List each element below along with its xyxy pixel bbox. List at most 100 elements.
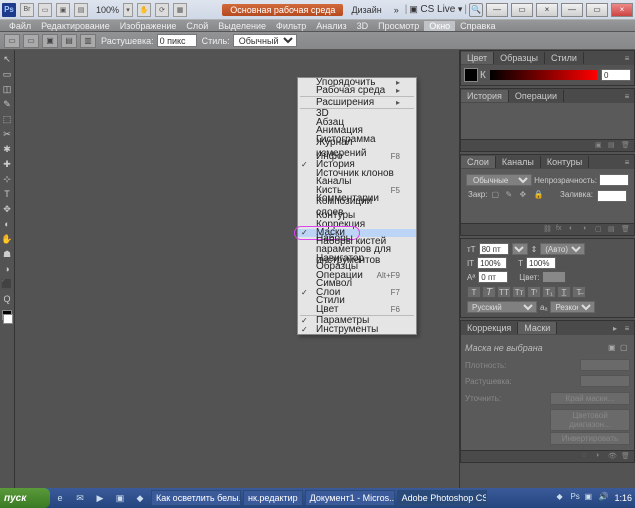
start-button[interactable]: пуск	[0, 488, 50, 508]
opacity-input[interactable]	[599, 174, 629, 186]
tool-button[interactable]: ✥	[0, 202, 14, 216]
fill-input[interactable]	[597, 190, 627, 202]
menu-справка[interactable]: Справка	[455, 21, 500, 31]
tool-button[interactable]: ↖	[0, 52, 14, 66]
vscale-input[interactable]	[526, 257, 556, 269]
bold-button[interactable]: T	[467, 286, 481, 298]
smallcaps-button[interactable]: Tᴛ	[512, 286, 526, 298]
taskbar-item[interactable]: Как осветлить белы...	[151, 490, 241, 506]
adjustment-icon[interactable]: ◑	[582, 225, 592, 234]
close-button[interactable]: ×	[611, 3, 633, 17]
tray-icon[interactable]: Ps	[570, 492, 582, 504]
char-color-swatch[interactable]	[542, 271, 566, 283]
menu-item-Цвет[interactable]: ЦветF6	[298, 305, 416, 314]
menu-просмотр[interactable]: Просмотр	[373, 21, 424, 31]
density-input[interactable]	[580, 359, 630, 371]
menu-анализ[interactable]: Анализ	[311, 21, 351, 31]
invert-button[interactable]: Инвертировать	[550, 432, 630, 445]
feather-input[interactable]	[157, 34, 197, 47]
tab-swatches[interactable]: Образцы	[494, 52, 545, 64]
mini-bridge-icon[interactable]: Br	[20, 3, 34, 17]
rotate-icon[interactable]: ⟳	[155, 3, 169, 17]
panel-menu-icon[interactable]: ≡	[622, 323, 632, 333]
blend-mode-select[interactable]: Обычные	[466, 174, 532, 186]
lock-transparent-icon[interactable]: ▢	[491, 190, 501, 200]
tool-button[interactable]: Q	[0, 292, 14, 306]
hscale-input[interactable]	[477, 257, 507, 269]
fx-icon[interactable]: fx	[556, 225, 566, 234]
layers-list[interactable]	[464, 204, 631, 220]
tab-paths[interactable]: Контуры	[541, 156, 589, 168]
panel-collapse-icon[interactable]: ▸	[610, 323, 620, 333]
tool-button[interactable]: ⊹	[0, 172, 14, 186]
taskbar-item[interactable]: Документ1 - Micros...	[305, 490, 395, 506]
style-select[interactable]: Обычный	[233, 34, 297, 47]
tool-button[interactable]: ✚	[0, 157, 14, 171]
tab-masks[interactable]: Маски	[518, 322, 557, 334]
menu-файл[interactable]: Файл	[4, 21, 36, 31]
tab-color[interactable]: Цвет	[461, 52, 494, 64]
mask-edge-button[interactable]: Край маски...	[550, 392, 630, 405]
inner-minimize-button[interactable]: —	[486, 3, 508, 17]
mask-icon[interactable]: ◐	[569, 225, 579, 234]
taskbar-item[interactable]: нк.редактир	[243, 490, 303, 506]
baseline-input[interactable]	[478, 271, 508, 283]
tray-icon[interactable]: ◆	[556, 492, 568, 504]
pixel-mask-icon[interactable]: ▣	[608, 343, 618, 353]
tray-icon[interactable]: 🔊	[598, 492, 610, 504]
tool-button[interactable]: ◫	[0, 82, 14, 96]
fg-color-swatch[interactable]	[464, 68, 478, 82]
menu-item-Рабочая среда[interactable]: Рабочая среда▸	[298, 87, 416, 96]
new-snapshot-icon[interactable]: ▣	[595, 141, 605, 150]
quick-launch-desktop[interactable]: ▣	[112, 490, 128, 506]
delete-icon[interactable]: 🗑	[621, 141, 631, 150]
cs-live-button[interactable]: ▣ CS Live ▾	[409, 4, 462, 15]
add-selection-icon[interactable]: ▣	[42, 34, 58, 48]
tool-button[interactable]: ⬚	[0, 112, 14, 126]
layout-icon[interactable]: ▭	[38, 3, 52, 17]
workspace-design[interactable]: Дизайн	[345, 4, 387, 16]
tool-button[interactable]: ✎	[0, 97, 14, 111]
quick-launch-mail[interactable]: ✉	[72, 490, 88, 506]
apply-mask-icon[interactable]: ◑	[595, 452, 605, 461]
tab-channels[interactable]: Каналы	[496, 156, 541, 168]
font-size-dd[interactable]	[512, 243, 528, 255]
disable-mask-icon[interactable]: 👁	[608, 452, 618, 461]
tool-button[interactable]: ▭	[0, 67, 14, 81]
tab-adjustments[interactable]: Коррекция	[461, 322, 518, 334]
tab-actions[interactable]: Операции	[509, 90, 564, 102]
arrange-icon[interactable]: ▦	[173, 3, 187, 17]
new-doc-icon[interactable]: ▤	[608, 141, 618, 150]
menu-редактирование[interactable]: Редактирование	[36, 21, 115, 31]
antialias-select[interactable]: Резкое	[550, 301, 595, 313]
group-icon[interactable]: ▢	[595, 225, 605, 234]
lock-all-icon[interactable]: 🔒	[533, 190, 543, 200]
subtract-selection-icon[interactable]: ▤	[61, 34, 77, 48]
intersect-selection-icon[interactable]: ▥	[80, 34, 96, 48]
menu-item-Инструменты[interactable]: ✓Инструменты	[298, 325, 416, 334]
history-panel-body[interactable]	[461, 103, 634, 139]
delete-mask-icon[interactable]: 🗑	[621, 452, 631, 461]
tool-button[interactable]: ✋	[0, 232, 14, 246]
minimize-button[interactable]: —	[561, 3, 583, 17]
tool-button[interactable]: ✂	[0, 127, 14, 141]
screen-mode-icon[interactable]: ▣	[56, 3, 70, 17]
tab-styles[interactable]: Стили	[545, 52, 584, 64]
strike-button[interactable]: T̶	[572, 286, 586, 298]
tool-button[interactable]: ⬛	[0, 277, 14, 291]
panel-menu-icon[interactable]: ≡	[622, 157, 632, 167]
menu-изображение[interactable]: Изображение	[115, 21, 182, 31]
tool-button[interactable]: T	[0, 187, 14, 201]
taskbar-item[interactable]: Adobe Photoshop CS...	[397, 490, 487, 506]
inner-maximize-button[interactable]: ▭	[511, 3, 533, 17]
new-selection-icon[interactable]: ▭	[23, 34, 39, 48]
vector-mask-icon[interactable]: ▢	[620, 343, 630, 353]
font-size-input[interactable]	[479, 243, 509, 255]
inner-close-button[interactable]: ×	[536, 3, 558, 17]
menu-окно[interactable]: Окно	[424, 21, 455, 31]
menu-3d[interactable]: 3D	[352, 21, 374, 31]
menu-item-Расширения[interactable]: Расширения▸	[298, 98, 416, 107]
subscript-button[interactable]: T₁	[542, 286, 556, 298]
zoom-dropdown-icon[interactable]: ▾	[123, 3, 133, 17]
color-range-button[interactable]: Цветовой диапазон...	[550, 409, 630, 431]
